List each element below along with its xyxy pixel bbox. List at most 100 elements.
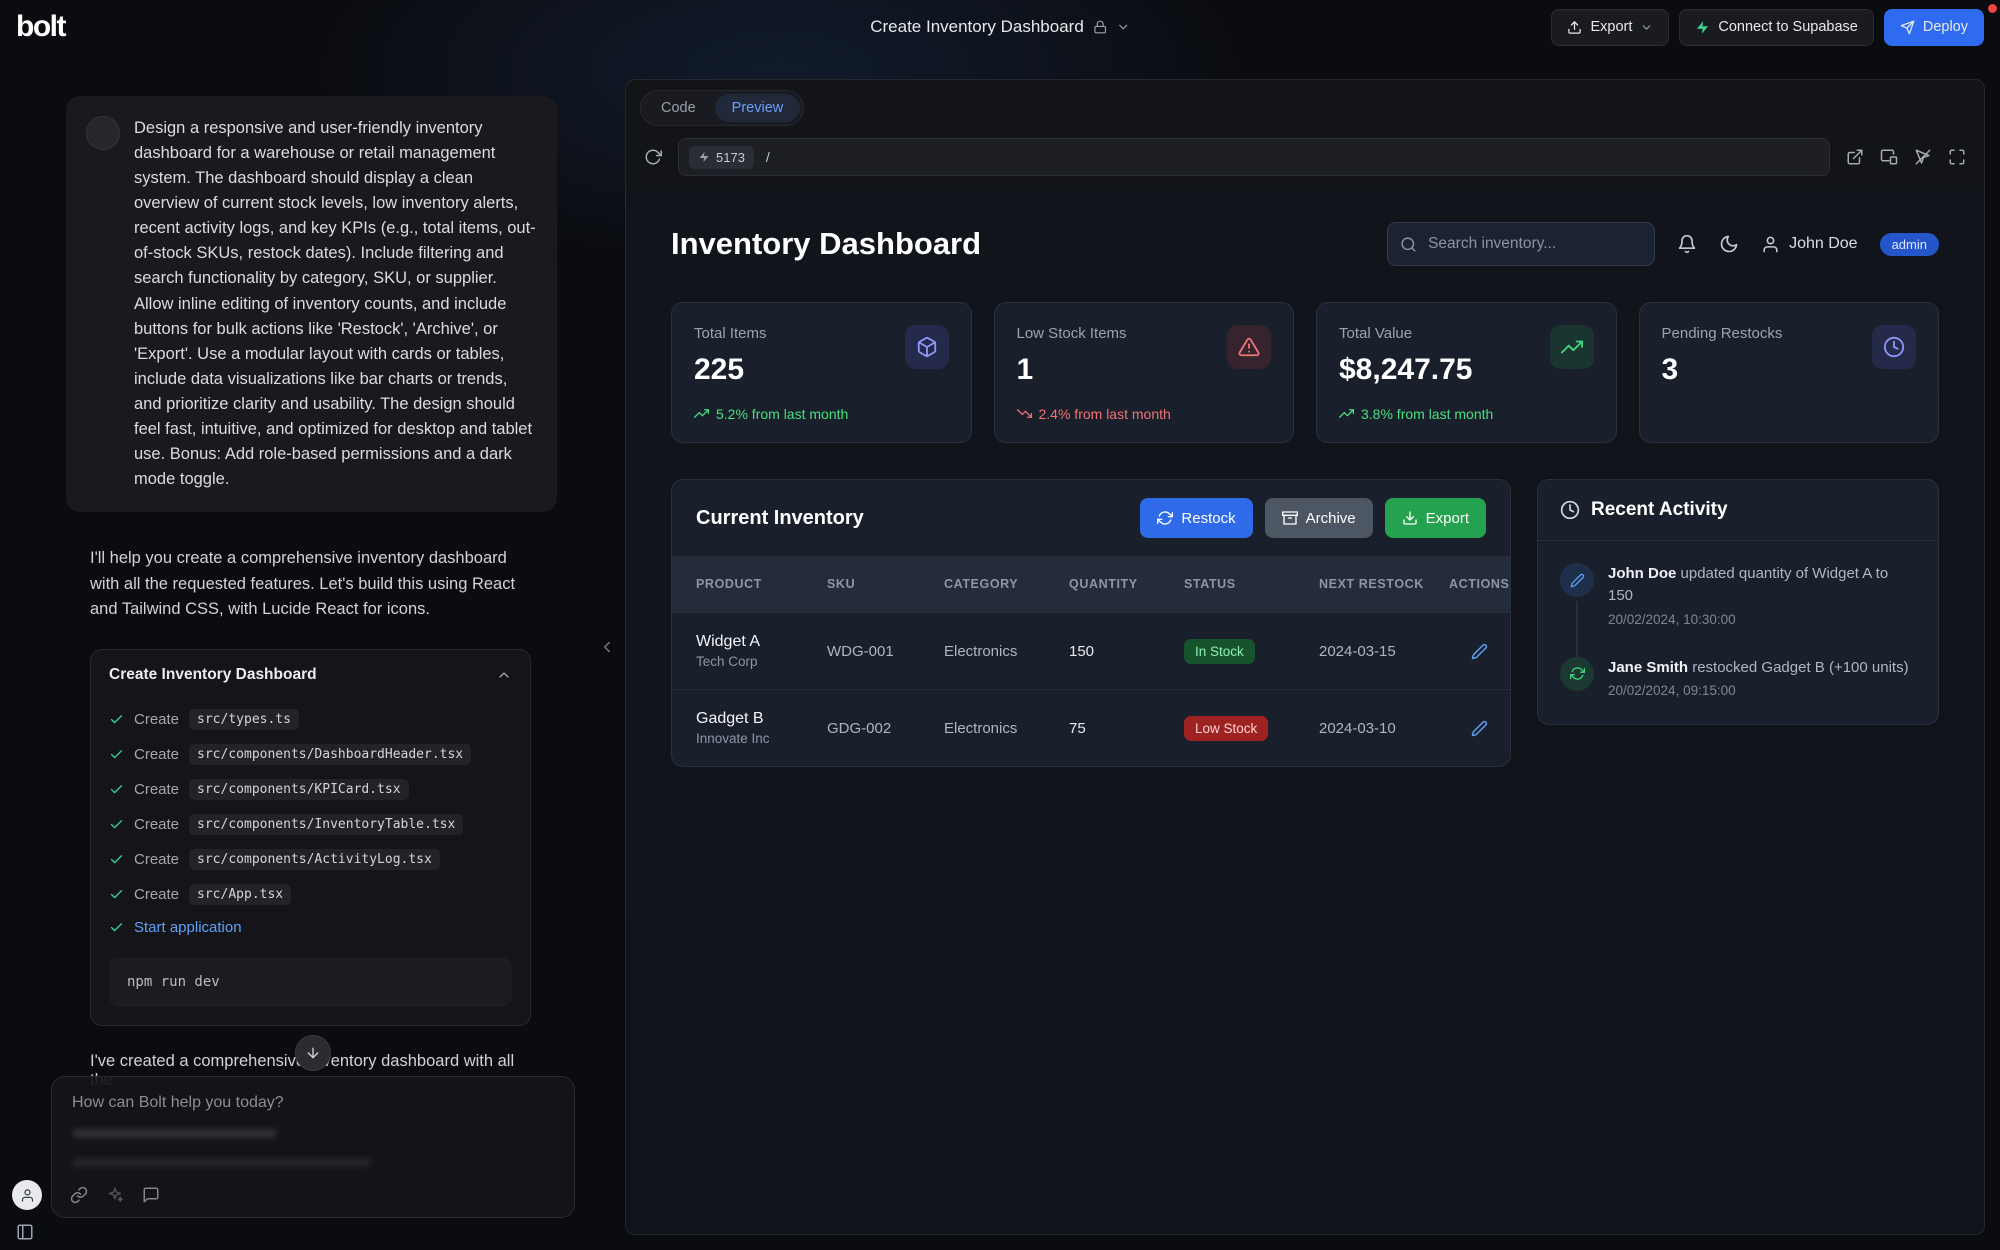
reload-icon (644, 148, 662, 166)
port-number: 5173 (716, 150, 745, 165)
step-action: Create (134, 781, 179, 798)
activity-title: Recent Activity (1591, 499, 1728, 521)
file-chip[interactable]: src/App.tsx (189, 884, 291, 905)
connect-supabase-button[interactable]: Connect to Supabase (1679, 9, 1873, 46)
arrow-down-icon (305, 1045, 321, 1061)
artifact-step: Create src/components/ActivityLog.tsx (109, 842, 512, 877)
table-row[interactable]: Gadget B Innovate Inc GDG-002 Electronic… (672, 689, 1510, 766)
activity-text: Jane Smith restocked Gadget B (+100 unit… (1608, 657, 1909, 679)
user-menu[interactable]: John Doe (1761, 235, 1858, 254)
file-chip[interactable]: src/types.ts (189, 709, 299, 730)
preview-browser-bar: 5173 / (626, 132, 1984, 188)
port-bolt-icon (698, 151, 710, 163)
bolt-logo[interactable]: bolt (16, 10, 65, 44)
notifications-button[interactable] (1677, 234, 1697, 254)
port-badge[interactable]: 5173 (689, 146, 754, 169)
inspector-toggle-button[interactable] (1910, 144, 1936, 170)
start-application-link[interactable]: Start application (134, 919, 242, 936)
kpi-card-total-value: Total Value $8,247.75 3.8% from last mon… (1316, 302, 1617, 443)
device-preview-button[interactable] (1876, 144, 1902, 170)
account-avatar[interactable] (12, 1180, 42, 1210)
lock-icon (1093, 20, 1107, 34)
address-bar[interactable]: 5173 / (678, 138, 1830, 176)
quantity-cell[interactable]: 75 (1069, 720, 1184, 737)
kpi-trend: 3.8% from last month (1339, 405, 1594, 422)
kpi-value: 225 (694, 353, 767, 387)
view-tabs: Code Preview (640, 90, 804, 126)
activity-timestamp: 20/02/2024, 09:15:00 (1608, 683, 1909, 698)
column-header: Status (1184, 576, 1319, 593)
activity-detail: restocked Gadget B (+100 units) (1692, 659, 1908, 676)
edit-row-button[interactable] (1449, 643, 1488, 660)
clock-icon-bubble (1872, 325, 1916, 369)
tab-preview[interactable]: Preview (715, 94, 801, 122)
devices-icon (1880, 148, 1898, 166)
artifact-title: Create Inventory Dashboard (109, 666, 317, 684)
quantity-cell[interactable]: 150 (1069, 643, 1184, 660)
bolt-workspace: bolt Create Inventory Dashboard Export C… (0, 0, 2000, 1250)
view-tabs-row: Code Preview (626, 80, 1984, 132)
chat-input[interactable] (70, 1093, 560, 1113)
role-badge: admin (1880, 233, 1939, 256)
dark-mode-toggle[interactable] (1719, 234, 1739, 254)
scroll-to-bottom-button[interactable] (295, 1035, 331, 1071)
deploy-button[interactable]: Deploy (1884, 9, 1984, 46)
collapse-chat-handle[interactable] (594, 634, 620, 663)
enhance-prompt-icon[interactable] (106, 1186, 124, 1204)
blurred-text-line (72, 1158, 372, 1167)
trending-icon-bubble (1550, 325, 1594, 369)
dashboard-header-actions: John Doe admin (1387, 222, 1939, 266)
activity-text: John Doe updated quantity of Widget A to… (1608, 563, 1916, 607)
chat-input-toolbar (70, 1186, 160, 1204)
file-chip[interactable]: src/components/DashboardHeader.tsx (189, 744, 471, 765)
dashboard-title: Inventory Dashboard (671, 226, 981, 262)
archive-label: Archive (1306, 510, 1356, 527)
external-link-icon (1846, 148, 1864, 166)
maximize-icon (1948, 148, 1966, 166)
pencil-icon (1570, 573, 1585, 588)
column-header: Product (696, 576, 827, 593)
project-title: Create Inventory Dashboard (870, 17, 1084, 37)
chat-mode-icon[interactable] (142, 1186, 160, 1204)
kpi-label: Pending Restocks (1662, 325, 1783, 342)
archive-button[interactable]: Archive (1265, 498, 1373, 538)
inventory-search[interactable] (1387, 222, 1655, 266)
chat-messages[interactable]: Design a responsive and user-friendly in… (0, 54, 625, 1090)
category-cell: Electronics (944, 720, 1069, 737)
top-bar-actions: Export Connect to Supabase Deploy (1551, 9, 1984, 46)
file-chip[interactable]: src/components/InventoryTable.tsx (189, 814, 463, 835)
chevron-down-icon (1640, 21, 1653, 34)
artifact-step: Create src/types.ts (109, 702, 512, 737)
start-application-step: Start application (109, 912, 512, 943)
open-in-new-tab-button[interactable] (1842, 144, 1868, 170)
check-icon (109, 920, 124, 935)
chat-input-box[interactable] (51, 1076, 575, 1218)
artifact-step: Create src/App.tsx (109, 877, 512, 912)
deploy-label: Deploy (1923, 19, 1968, 35)
reload-button[interactable] (640, 144, 666, 170)
column-header: Actions (1449, 576, 1509, 593)
blurred-text-line (72, 1129, 277, 1138)
search-input[interactable] (1426, 234, 1642, 254)
step-action: Create (134, 746, 179, 763)
attach-link-icon[interactable] (70, 1186, 88, 1204)
recent-activity-card: Recent Activity (1537, 479, 1939, 725)
artifact-header[interactable]: Create Inventory Dashboard (91, 650, 530, 700)
chevron-up-icon (496, 667, 512, 683)
restock-label: Restock (1181, 510, 1235, 527)
restock-button[interactable]: Restock (1140, 498, 1252, 538)
check-icon (109, 887, 124, 902)
project-title-menu[interactable]: Create Inventory Dashboard (870, 17, 1130, 37)
sidebar-toggle-button[interactable] (16, 1223, 34, 1244)
table-row[interactable]: Widget A Tech Corp WDG-001 Electronics 1… (672, 612, 1510, 689)
export-button[interactable]: Export (1385, 498, 1486, 538)
check-icon (109, 782, 124, 797)
file-chip[interactable]: src/components/ActivityLog.tsx (189, 849, 440, 870)
tab-code[interactable]: Code (644, 94, 713, 122)
fullscreen-button[interactable] (1944, 144, 1970, 170)
trend-up-icon (1561, 336, 1583, 358)
file-chip[interactable]: src/components/KPICard.tsx (189, 779, 409, 800)
check-icon (109, 712, 124, 727)
edit-row-button[interactable] (1449, 720, 1488, 737)
export-menu-button[interactable]: Export (1551, 9, 1669, 46)
